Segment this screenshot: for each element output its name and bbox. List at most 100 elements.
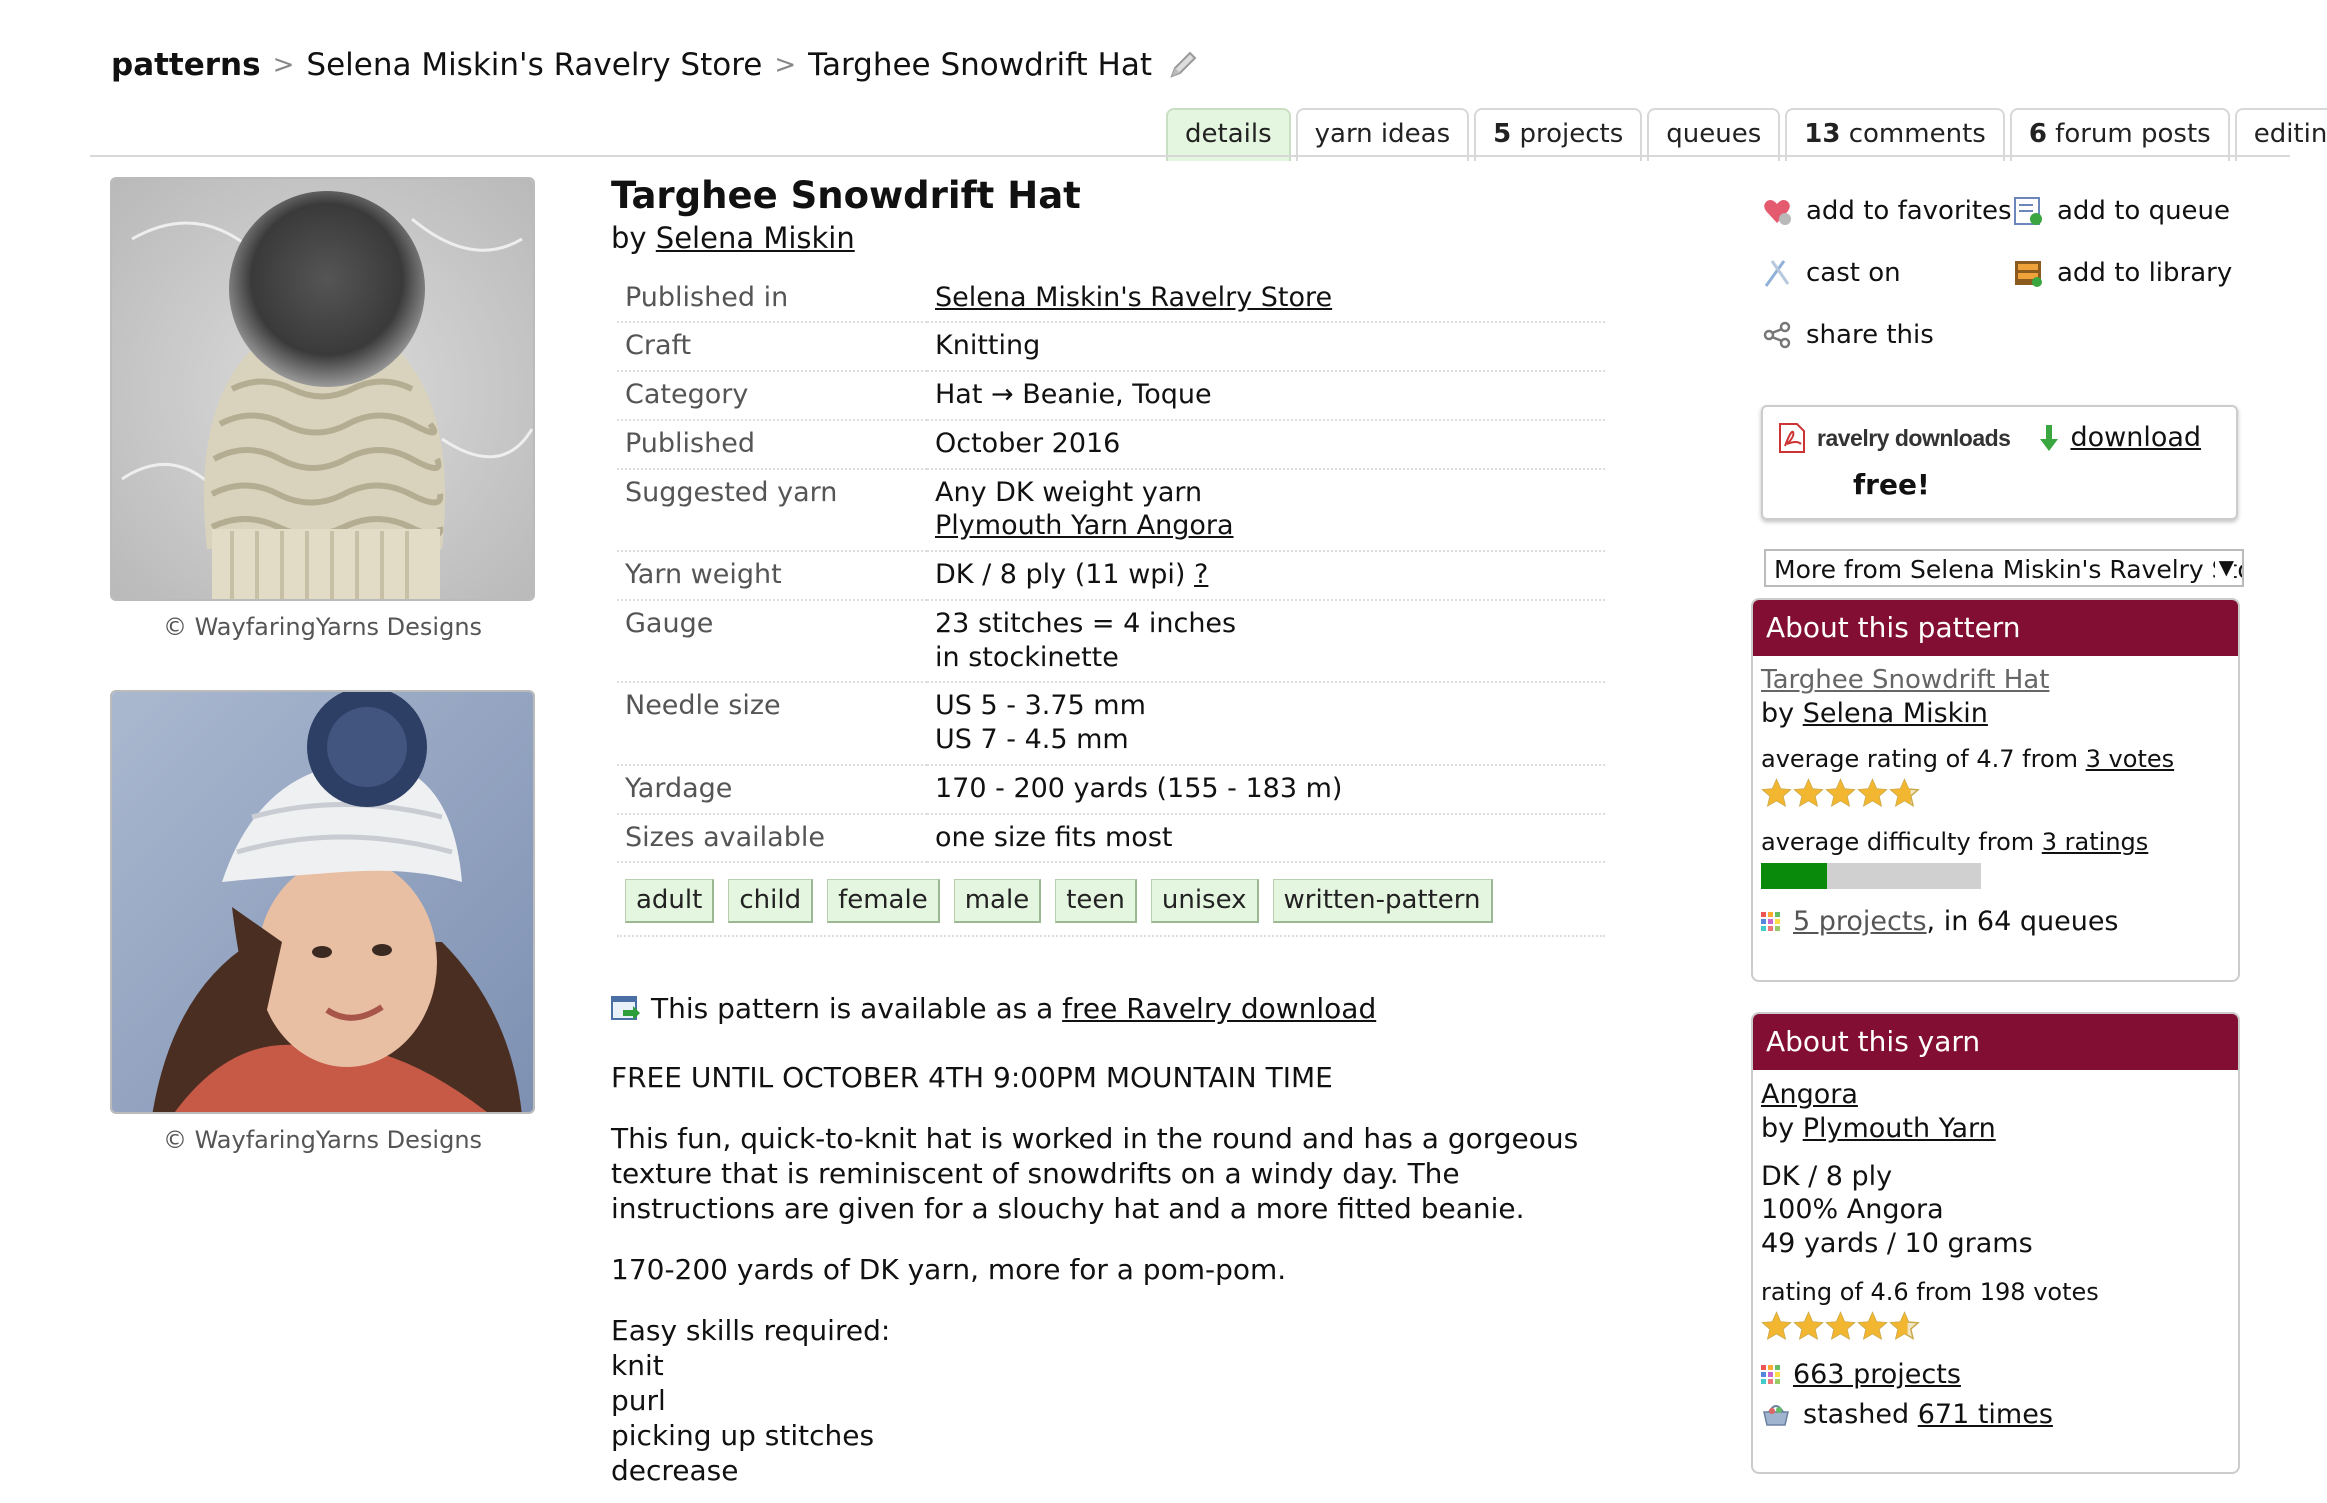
detail-value: DK / 8 ply (11 wpi) (935, 559, 1186, 591)
pencil-icon[interactable] (1166, 48, 1200, 82)
pattern-byline: by Selena Miskin (611, 220, 1611, 256)
about-yarn-panel: About this yarn Angora by Plymouth Yarn … (1751, 1012, 2240, 1474)
heart-icon (1764, 200, 1791, 226)
skill-item: decrease (611, 1453, 739, 1487)
detail-row-published: Published October 2016 (617, 419, 1605, 470)
tag-adult[interactable]: adult (625, 879, 715, 923)
tab-projects[interactable]: 5 projects (1474, 108, 1643, 161)
yarn-rating-text: rating of 4.6 from 198 votes (1761, 1277, 2099, 1306)
detail-label: Suggested yarn (617, 468, 927, 553)
breadcrumb-patterns-link[interactable]: patterns (111, 46, 261, 85)
queue-icon (2014, 197, 2042, 226)
detail-row-published-in: Published in Selena Miskin's Ravelry Sto… (617, 274, 1605, 324)
queues-text: , in 64 queues (1926, 906, 2119, 938)
rating-text: average rating of 4.7 from (1761, 745, 2086, 774)
projects-grid-icon (1761, 912, 1780, 932)
rating-votes-link[interactable]: 3 votes (2086, 745, 2174, 773)
yarn-fiber: 100% Angora (1761, 1194, 1944, 1226)
tab-queues[interactable]: queues (1647, 108, 1781, 161)
star-icon (1761, 778, 1792, 808)
difficulty-ratings-link[interactable]: 3 ratings (2042, 828, 2149, 856)
detail-row-yarn-weight: Yarn weight DK / 8 ply (11 wpi) ? (617, 551, 1605, 601)
free-download-link[interactable]: free Ravelry download (1062, 992, 1376, 1025)
tab-details[interactable]: details (1166, 108, 1291, 161)
star-icon (1889, 1310, 1920, 1340)
breadcrumb: patterns > Selena Miskin's Ravelry Store… (111, 46, 1200, 85)
yarn-weight-help-link[interactable]: ? (1194, 559, 1208, 590)
description-paragraph: 170-200 yards of DK yarn, more for a pom… (611, 1252, 1287, 1286)
yarn-projects-link[interactable]: 663 projects (1793, 1358, 1961, 1392)
detail-row-sizes: Sizes available one size fits most (617, 813, 1605, 864)
breadcrumb-separator: > (272, 50, 295, 81)
published-in-link[interactable]: Selena Miskin's Ravelry Store (935, 282, 1332, 313)
tab-divider (90, 155, 2290, 157)
tag-female[interactable]: female (827, 879, 940, 923)
download-link[interactable]: download (2070, 421, 2201, 455)
breadcrumb-store-link[interactable]: Selena Miskin's Ravelry Store (306, 46, 762, 85)
share-button[interactable]: share this (1762, 319, 1934, 352)
select-value: More from Selena Miskin's Ravelry Store (1774, 555, 2244, 584)
yarn-company-link[interactable]: Plymouth Yarn (1803, 1113, 1996, 1144)
skill-item: knit (611, 1348, 664, 1382)
pattern-tags: adult child female male teen unisex writ… (617, 863, 1605, 937)
designer-link[interactable]: Selena Miskin (656, 221, 855, 255)
tab-forum-posts[interactable]: 6 forum posts (2009, 108, 2230, 161)
tab-yarn-ideas[interactable]: yarn ideas (1295, 108, 1470, 161)
skills-list: Easy skills required: knit purl picking … (611, 1313, 1611, 1488)
about-pattern-name-link[interactable]: Targhee Snowdrift Hat (1761, 665, 2049, 695)
detail-row-craft: Craft Knitting (617, 322, 1605, 373)
ravelry-downloads-brand: ravelry downloads (1817, 424, 2011, 451)
detail-value: Hat → Beanie, Toque (927, 371, 1605, 421)
detail-value: Any DK weight yarn (935, 476, 1203, 508)
pattern-projects-link[interactable]: 5 projects (1793, 906, 1927, 937)
suggested-yarn-link[interactable]: Plymouth Yarn Angora (935, 510, 1234, 541)
detail-value: US 7 - 4.5 mm (935, 724, 1129, 756)
pattern-tabs: details yarn ideas 5 projects queues 13 … (1166, 108, 2327, 161)
detail-label: Published in (617, 274, 927, 324)
tag-male[interactable]: male (953, 879, 1042, 923)
availability-line: This pattern is available as a free Rave… (611, 991, 1611, 1026)
tab-editing[interactable]: editing (2234, 108, 2327, 161)
detail-row-yardage: Yardage 170 - 200 yards (155 - 183 m) (617, 764, 1605, 815)
projects-grid-icon (1761, 1364, 1780, 1384)
panel-heading: About this pattern (1753, 600, 2238, 656)
star-icon (1825, 1310, 1856, 1340)
pattern-title: Targhee Snowdrift Hat (611, 174, 1081, 217)
more-from-designer-select[interactable]: More from Selena Miskin's Ravelry Store … (1764, 549, 2244, 587)
detail-row-gauge: Gauge 23 stitches = 4 inches in stockine… (617, 599, 1605, 684)
yarn-name-link[interactable]: Angora (1761, 1079, 1858, 1110)
detail-label: Sizes available (617, 813, 927, 864)
about-pattern-designer-link[interactable]: Selena Miskin (1803, 698, 1988, 729)
photo-caption: © WayfaringYarns Designs (162, 613, 483, 641)
detail-row-category: Category Hat → Beanie, Toque (617, 371, 1605, 421)
star-icon (1761, 1310, 1792, 1340)
star-icon (1793, 778, 1824, 808)
pattern-description: FREE UNTIL OCTOBER 4TH 9:00PM MOUNTAIN T… (611, 1060, 1611, 1488)
detail-label: Needle size (617, 682, 927, 766)
pattern-photo-model[interactable] (110, 690, 535, 1114)
tag-teen[interactable]: teen (1055, 879, 1137, 923)
add-to-queue-button[interactable]: add to queue (2013, 195, 2230, 228)
tag-written-pattern[interactable]: written-pattern (1272, 879, 1493, 923)
add-to-library-button[interactable]: add to library (2013, 257, 2232, 290)
needles-icon (1764, 260, 1790, 288)
star-icon (1793, 1310, 1824, 1340)
stashed-text: stashed (1803, 1398, 1918, 1430)
detail-value: in stockinette (935, 641, 1119, 673)
pattern-details-table: Published in Selena Miskin's Ravelry Sto… (617, 274, 1605, 864)
star-icon (1857, 778, 1888, 808)
skill-item: purl (611, 1383, 666, 1417)
add-to-favorites-button[interactable]: add to favorites (1762, 195, 2012, 228)
tab-comments[interactable]: 13 comments (1785, 108, 2005, 161)
star-icon (1889, 778, 1920, 808)
about-pattern-panel: About this pattern Targhee Snowdrift Hat… (1751, 598, 2240, 982)
pattern-photo-hat[interactable] (110, 177, 535, 601)
stashed-times-link[interactable]: 671 times (1918, 1399, 2053, 1430)
breadcrumb-separator: > (774, 50, 797, 81)
panel-heading: About this yarn (1753, 1014, 2238, 1070)
download-file-icon (611, 996, 640, 1021)
skill-item: picking up stitches (611, 1418, 875, 1452)
cast-on-button[interactable]: cast on (1762, 257, 1901, 290)
tag-unisex[interactable]: unisex (1150, 879, 1259, 923)
tag-child[interactable]: child (728, 879, 814, 923)
